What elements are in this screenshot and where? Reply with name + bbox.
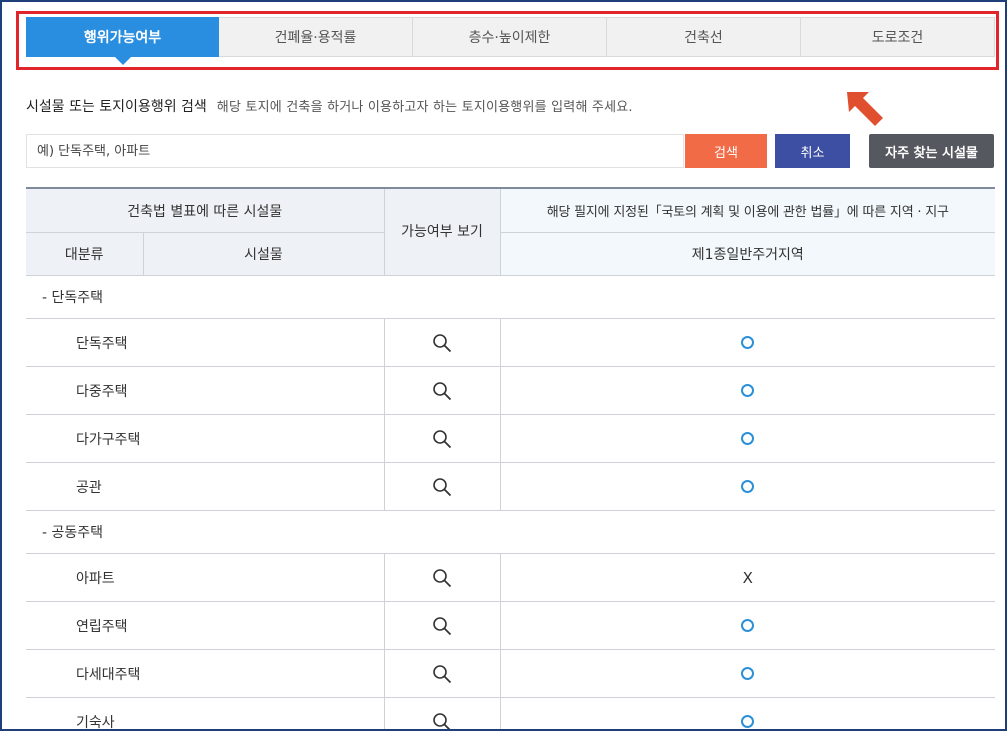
tab-floors-height-limit[interactable]: 층수·높이제한 <box>413 18 607 56</box>
arrow-up-left-icon <box>847 92 883 126</box>
magnifier-icon[interactable] <box>432 568 452 588</box>
status-cell <box>499 462 995 511</box>
magnifier-icon[interactable] <box>432 616 452 636</box>
table-row: 다가구주택 <box>26 414 995 463</box>
search-description: 해당 토지에 건축을 하거나 이용하고자 하는 토지이용행위를 입력해 주세요. <box>216 100 633 115</box>
circle-o-icon <box>741 715 755 728</box>
circle-o-icon <box>741 432 755 445</box>
header-category: 대분류 <box>26 232 144 276</box>
frequent-facilities-button[interactable]: 자주 찾는 시설물 <box>869 134 994 168</box>
circle-o-icon <box>741 480 755 493</box>
facility-name: 단독주택 <box>26 318 385 367</box>
view-cell <box>383 601 501 650</box>
status-cell <box>499 414 995 463</box>
group-label: - 공동주택 <box>26 510 995 554</box>
table-row: 다중주택 <box>26 366 995 415</box>
magnifier-icon[interactable] <box>432 429 452 449</box>
facility-name: 아파트 <box>26 553 385 602</box>
facility-name: 다세대주택 <box>26 649 385 698</box>
search-button[interactable]: 검색 <box>685 134 767 168</box>
cancel-button[interactable]: 취소 <box>775 134 850 168</box>
facility-name: 연립주택 <box>26 601 385 650</box>
tab-bar: 행위가능여부 건폐율·용적률 층수·높이제한 건축선 도로조건 <box>26 17 995 65</box>
magnifier-icon[interactable] <box>432 333 452 353</box>
table-row: 공관 <box>26 462 995 511</box>
tab-road-condition[interactable]: 도로조건 <box>801 18 994 56</box>
status-x: X <box>742 568 753 587</box>
status-cell: X <box>499 553 995 602</box>
status-cell <box>499 318 995 367</box>
table-row: 단독주택 <box>26 318 995 367</box>
facility-name: 다가구주택 <box>26 414 385 463</box>
facility-name: 기숙사 <box>26 697 385 729</box>
circle-o-icon <box>741 619 755 632</box>
table-row: 다세대주택 <box>26 649 995 698</box>
search-title: 시설물 또는 토지이용행위 검색 <box>26 99 207 115</box>
header-facility: 시설물 <box>142 232 385 276</box>
main-frame: 행위가능여부 건폐율·용적률 층수·높이제한 건축선 도로조건 시설물 또는 토… <box>0 0 1007 731</box>
view-cell <box>383 414 501 463</box>
tab-building-line[interactable]: 건축선 <box>607 18 801 56</box>
view-cell <box>383 462 501 511</box>
magnifier-icon[interactable] <box>432 664 452 684</box>
magnifier-icon[interactable] <box>432 381 452 401</box>
magnifier-icon[interactable] <box>432 712 452 731</box>
view-cell <box>383 366 501 415</box>
group-label: - 단독주택 <box>26 275 995 319</box>
group-row: - 공동주택 <box>26 510 995 554</box>
circle-o-icon <box>741 384 755 397</box>
header-zone-law: 해당 필지에 지정된「국토의 계획 및 이용에 관한 법률」에 따른 지역 · … <box>499 187 995 233</box>
tab-coverage-floor-area-ratio[interactable]: 건폐율·용적률 <box>219 18 413 56</box>
circle-o-icon <box>741 667 755 680</box>
facility-table: 건축법 별표에 따른 시설물 가능여부 보기 해당 필지에 지정된「국토의 계획… <box>26 187 995 731</box>
header-building-law: 건축법 별표에 따른 시설물 <box>26 187 385 233</box>
table-row: 기숙사 <box>26 697 995 731</box>
header-availability: 가능여부 보기 <box>383 187 501 276</box>
view-cell <box>383 697 501 731</box>
table-row: 연립주택 <box>26 601 995 650</box>
circle-o-icon <box>741 336 755 349</box>
search-heading: 시설물 또는 토지이용행위 검색 해당 토지에 건축을 하거나 이용하고자 하는 … <box>26 96 633 116</box>
group-row: - 단독주택 <box>26 275 995 319</box>
magnifier-icon[interactable] <box>432 477 452 497</box>
status-cell <box>499 697 995 729</box>
table-row: 아파트 X <box>26 553 995 602</box>
header-zone-name: 제1종일반주거지역 <box>499 232 995 276</box>
view-cell <box>383 553 501 602</box>
view-cell <box>383 649 501 698</box>
status-cell <box>499 601 995 650</box>
facility-name: 다중주택 <box>26 366 385 415</box>
search-input[interactable] <box>26 134 684 168</box>
tab-action-availability[interactable]: 행위가능여부 <box>26 17 219 65</box>
status-cell <box>499 366 995 415</box>
view-cell <box>383 318 501 367</box>
status-cell <box>499 649 995 698</box>
facility-name: 공관 <box>26 462 385 511</box>
facility-table-wrap: 건축법 별표에 따른 시설물 가능여부 보기 해당 필지에 지정된「국토의 계획… <box>26 187 995 731</box>
